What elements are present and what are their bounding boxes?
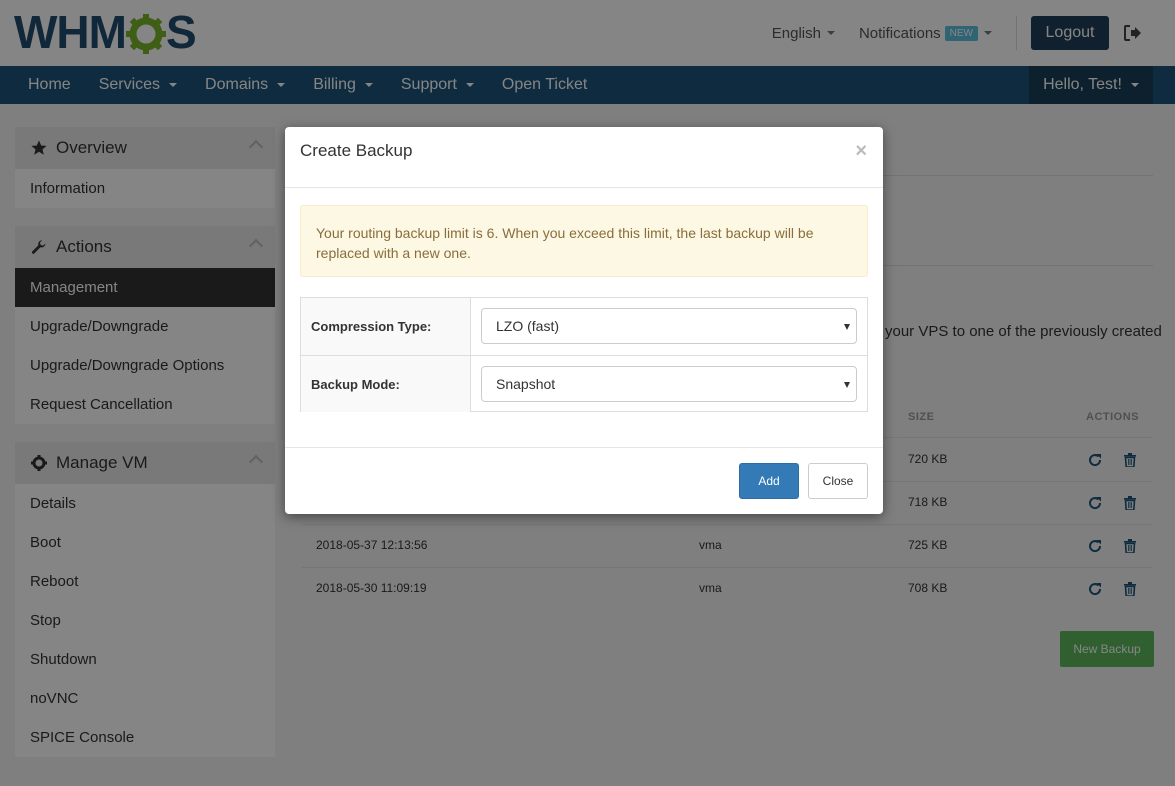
- backup-form-table: Compression Type: LZO (fast) Backup Mode…: [300, 297, 868, 412]
- modal-header-divider: [285, 187, 883, 188]
- add-button[interactable]: Add: [739, 463, 799, 499]
- backup-limit-alert: Your routing backup limit is 6. When you…: [300, 205, 868, 277]
- backup-mode-select[interactable]: Snapshot: [481, 366, 857, 402]
- close-button[interactable]: Close: [808, 463, 868, 499]
- compression-type-select[interactable]: LZO (fast): [481, 308, 857, 344]
- modal-title: Create Backup: [300, 141, 413, 160]
- close-icon[interactable]: ×: [855, 141, 867, 161]
- create-backup-modal: Create Backup × Your routing backup limi…: [285, 127, 883, 514]
- modal-footer-divider: [285, 447, 883, 448]
- backup-mode-label: Backup Mode:: [301, 356, 471, 412]
- compression-type-label: Compression Type:: [301, 298, 471, 355]
- compression-type-value: LZO (fast): [496, 318, 560, 334]
- dropdown-arrow-icon: [844, 324, 850, 330]
- backup-mode-row: Backup Mode: Snapshot: [301, 355, 867, 412]
- compression-row: Compression Type: LZO (fast): [301, 298, 867, 355]
- dropdown-arrow-icon: [844, 382, 850, 388]
- backup-mode-value: Snapshot: [496, 376, 556, 392]
